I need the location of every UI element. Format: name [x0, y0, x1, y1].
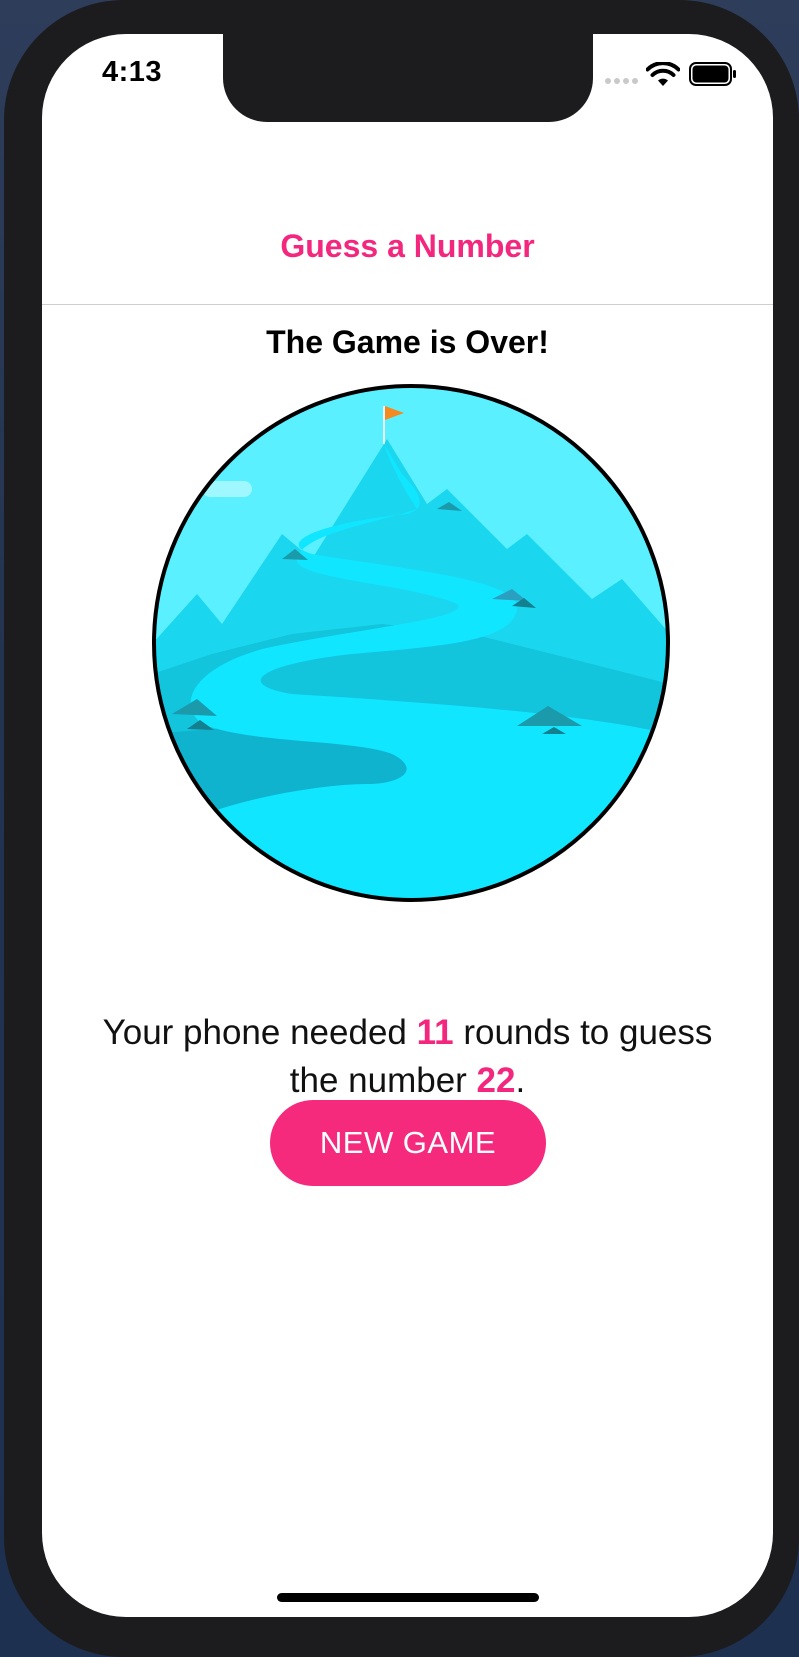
- battery-icon: [689, 62, 736, 86]
- app-header: Guess a Number: [42, 134, 773, 305]
- wifi-icon: [646, 62, 680, 86]
- mountain-illustration: [152, 384, 670, 902]
- status-time: 4:13: [102, 56, 163, 88]
- game-over-title: The Game is Over!: [266, 324, 549, 360]
- phone-frame: 4:13 Guess a Number The Game is Over! Yo…: [4, 0, 799, 1657]
- result-prefix: Your phone needed: [102, 1013, 417, 1052]
- result-message: Your phone needed 11 rounds to guess the…: [82, 1009, 733, 1105]
- rounds-count: 11: [416, 1013, 454, 1052]
- new-game-button[interactable]: NEW GAME: [270, 1100, 546, 1186]
- app-screen: 4:13 Guess a Number The Game is Over! Yo…: [42, 34, 773, 1617]
- home-indicator[interactable]: [277, 1593, 539, 1602]
- notch: [223, 34, 593, 122]
- guessed-number: 22: [476, 1061, 516, 1100]
- cellular-signal-icon: [605, 78, 638, 84]
- app-title: Guess a Number: [280, 228, 535, 264]
- result-suffix: .: [515, 1061, 526, 1100]
